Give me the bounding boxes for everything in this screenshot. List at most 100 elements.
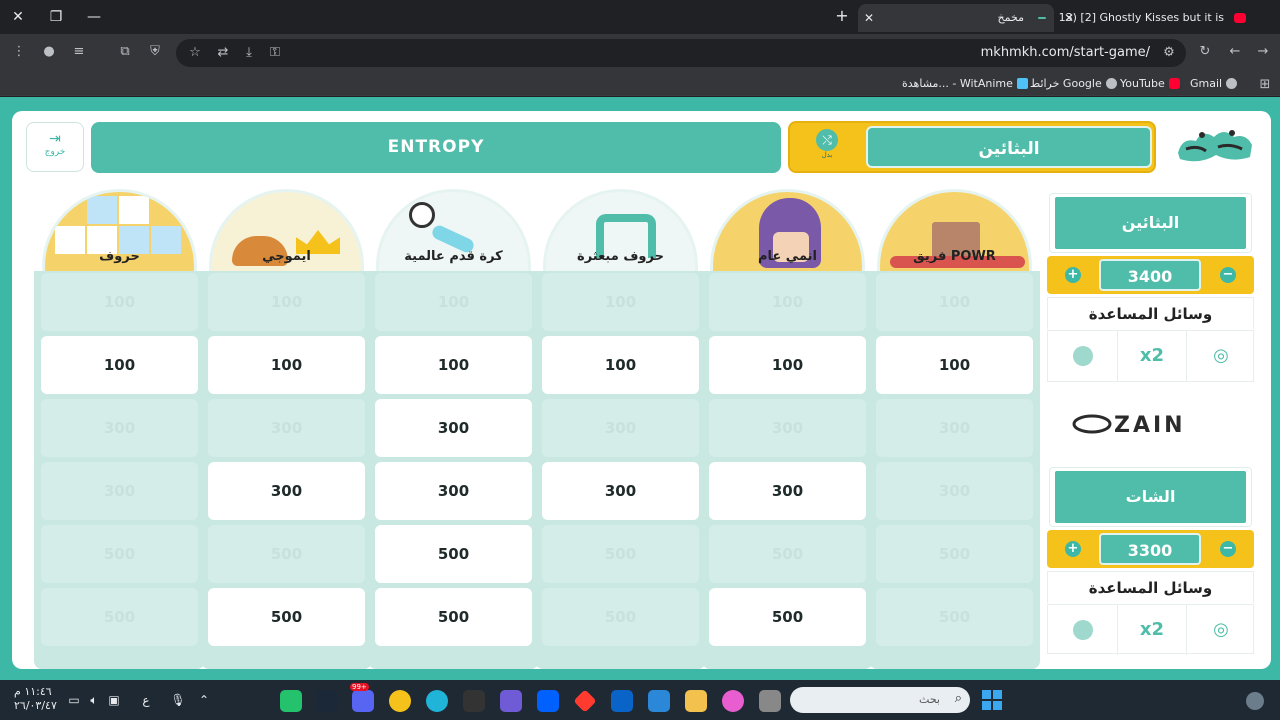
chrome-icon[interactable] — [389, 690, 411, 712]
category-header[interactable]: كرة قدم عالمية — [372, 189, 535, 273]
tab-title: مخمخ — [997, 11, 1024, 24]
start-windows-icon[interactable] — [982, 690, 1002, 710]
file-explorer-icon[interactable] — [685, 690, 707, 712]
steam-icon[interactable] — [316, 690, 338, 712]
turn-indicator: ⤭ بدل البثائين — [788, 121, 1156, 173]
maximize-window-icon[interactable]: ❐ — [44, 6, 68, 28]
question-cell[interactable]: 100 — [41, 336, 198, 394]
microphone-icon[interactable]: 🎙︎ — [170, 692, 186, 708]
minimize-window-icon[interactable]: — — [82, 6, 106, 28]
user-avatar[interactable] — [1246, 692, 1264, 710]
timer-icon[interactable]: ◎ — [1186, 605, 1255, 655]
tray-overflow-icon[interactable]: ⌃ — [196, 692, 212, 708]
help-tools: x2 ◎ — [1047, 604, 1255, 655]
score-plus-button[interactable]: + — [1065, 541, 1081, 557]
clock-time: ١١:٤٦ م — [14, 685, 52, 698]
install-app-icon[interactable]: ⤓ — [240, 44, 258, 62]
score-plus-button[interactable]: + — [1065, 267, 1081, 283]
menu-dots-icon[interactable]: ⋮ — [10, 43, 28, 61]
clock[interactable]: ١١:٤٦ م ٢٦/٠٣/٤٧ — [14, 685, 57, 713]
help-tools-title: وسائل المساعدة — [1047, 571, 1254, 603]
input-language[interactable]: ع — [138, 692, 154, 708]
media-control-icon[interactable]: ≡ — [70, 43, 88, 61]
category-name: كرة قدم عالمية — [404, 249, 503, 264]
back-icon[interactable]: → — [1254, 43, 1272, 61]
question-cell-used: 300 — [876, 399, 1033, 457]
swap-label: بدل — [821, 151, 833, 159]
double-points-icon[interactable]: x2 — [1117, 331, 1186, 381]
question-cell-used: 300 — [542, 399, 699, 457]
edge-icon[interactable] — [426, 690, 448, 712]
question-cell[interactable]: 100 — [709, 336, 866, 394]
question-cell[interactable]: 300 — [709, 462, 866, 520]
call-friend-icon[interactable] — [1048, 605, 1117, 655]
app-diamond-icon[interactable] — [573, 689, 597, 713]
question-cell[interactable]: 300 — [375, 462, 532, 520]
bookmark-witanime[interactable]: مشاهدة... - WitAnime — [902, 77, 1028, 90]
question-cell[interactable]: 100 — [876, 336, 1033, 394]
call-friend-icon[interactable] — [1048, 331, 1117, 381]
bookmark-gmail[interactable]: Gmail — [1190, 77, 1238, 90]
category-header[interactable]: حروف مبعثرة — [539, 189, 702, 273]
apps-grid-icon[interactable]: ⊞ — [1256, 76, 1274, 94]
store-icon[interactable] — [648, 690, 670, 712]
category-header[interactable]: ايموجي — [205, 189, 368, 273]
extensions-icon[interactable]: ⧉ — [116, 43, 134, 61]
score-minus-button[interactable]: − — [1220, 541, 1236, 557]
category-name: انمي عام — [757, 249, 818, 264]
youtube-favicon-icon — [1234, 13, 1246, 23]
tab-youtube[interactable]: ✕ (913) [2] Ghostly Kisses but it is — [1058, 4, 1254, 32]
extension-avatar-icon[interactable]: ● — [40, 43, 58, 61]
question-cell[interactable]: 300 — [375, 399, 532, 457]
bookmark-maps[interactable]: خرائط Google — [1030, 77, 1117, 90]
translate-icon[interactable]: ⇄ — [214, 44, 232, 62]
question-cell[interactable]: 500 — [709, 588, 866, 646]
category-header[interactable]: انمي عام — [706, 189, 869, 273]
teams-icon[interactable] — [500, 690, 522, 712]
forward-icon[interactable]: ← — [1226, 43, 1244, 61]
question-cell[interactable]: 100 — [208, 336, 365, 394]
question-cell[interactable]: 500 — [375, 588, 532, 646]
score-minus-button[interactable]: − — [1220, 267, 1236, 283]
dropbox-icon[interactable] — [537, 690, 559, 712]
bookmark-label: Gmail — [1190, 77, 1223, 90]
category-cells: 100 100 300 300 500 500 — [702, 271, 873, 669]
outlook-icon[interactable] — [611, 690, 633, 712]
question-cell[interactable]: 500 — [375, 525, 532, 583]
question-cell[interactable]: 100 — [542, 336, 699, 394]
question-cell-used: 100 — [375, 273, 532, 331]
battery-icon[interactable]: ▭ — [66, 692, 82, 708]
team-score: 3400 — [1099, 259, 1201, 291]
new-tab-button[interactable]: + — [832, 6, 852, 26]
game-page: ⇥ خروج ENTROPY ⤭ بدل البثائين فريق POWR … — [0, 97, 1280, 680]
category-header[interactable]: فريق POWR — [873, 189, 1036, 273]
site-settings-icon[interactable]: ⚙ — [1160, 44, 1178, 62]
tab-active[interactable]: ✕ مخمخ — [858, 4, 1054, 32]
double-points-icon[interactable]: x2 — [1117, 605, 1186, 655]
network-icon[interactable]: ▣ — [106, 692, 122, 708]
shield-icon[interactable]: ⛨ — [146, 43, 164, 61]
bookmark-youtube[interactable]: YouTube — [1120, 77, 1180, 90]
question-cell-used: 500 — [876, 588, 1033, 646]
reload-icon[interactable]: ↻ — [1196, 43, 1214, 61]
epic-games-icon[interactable] — [463, 690, 485, 712]
exit-button[interactable]: ⇥ خروج — [26, 122, 84, 172]
volume-icon[interactable]: 🔈︎ — [86, 692, 102, 708]
close-window-icon[interactable]: ✕ — [6, 6, 30, 28]
password-key-icon[interactable]: ⚿ — [266, 44, 284, 62]
app-icon[interactable] — [280, 690, 302, 712]
question-cell[interactable]: 300 — [542, 462, 699, 520]
timer-icon[interactable]: ◎ — [1186, 331, 1255, 381]
close-tab-icon[interactable]: ✕ — [864, 4, 874, 32]
task-view-icon[interactable] — [759, 690, 781, 712]
question-cell[interactable]: 300 — [208, 462, 365, 520]
swap-turn-button[interactable]: ⤭ بدل — [812, 129, 842, 163]
question-cell[interactable]: 500 — [208, 588, 365, 646]
address-bar[interactable]: ☆ ⇄ ⤓ ⚿ mkhmkh.com/start-game/ ⚙ — [176, 39, 1186, 67]
copilot-icon[interactable] — [722, 690, 744, 712]
category-header[interactable]: حروف — [38, 189, 201, 273]
discord-icon[interactable]: 99+ — [350, 683, 374, 712]
taskbar-search[interactable]: بحث ⌕ — [790, 687, 970, 713]
bookmark-star-icon[interactable]: ☆ — [186, 44, 204, 62]
question-cell[interactable]: 100 — [375, 336, 532, 394]
